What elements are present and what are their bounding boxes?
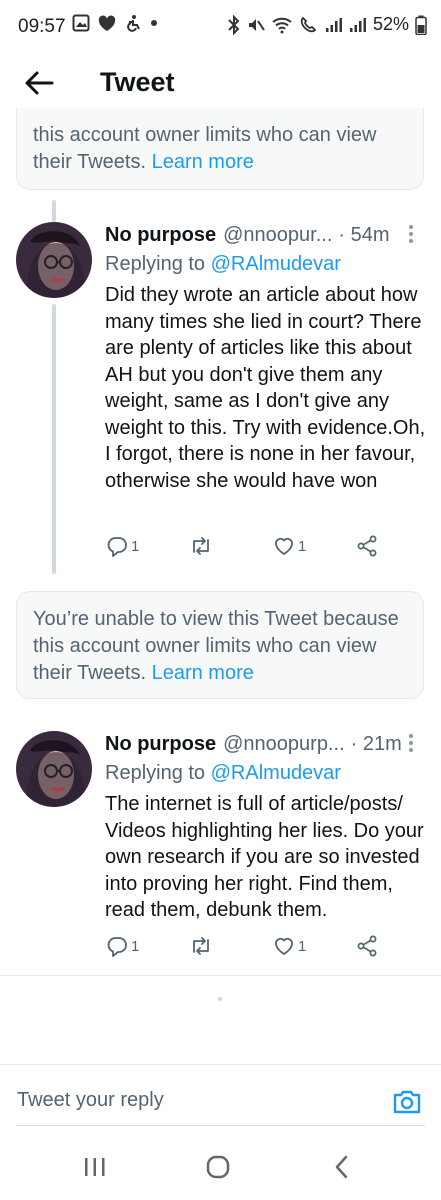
replying-to-label: Replying to xyxy=(105,762,206,784)
wifi-icon xyxy=(272,17,292,33)
loading-indicator xyxy=(218,997,222,1001)
system-nav-bar xyxy=(0,1130,441,1200)
reply-input[interactable]: Tweet your reply xyxy=(17,1089,164,1112)
signal-icon xyxy=(325,17,342,32)
avatar-image xyxy=(16,731,92,807)
learn-more-link[interactable]: Learn more xyxy=(152,662,254,684)
tweet-author-name[interactable]: No purpose xyxy=(105,224,216,247)
share-icon xyxy=(357,935,377,957)
unavailable-tweet-notice: You’re unable to view this Tweet because… xyxy=(16,591,424,699)
like-button[interactable]: 1 xyxy=(272,931,306,961)
avatar[interactable] xyxy=(16,731,92,807)
tweet-actions: 1 1 xyxy=(105,931,395,961)
tweet[interactable]: No purpose @nnoopurp... · 21m Replying t… xyxy=(0,731,441,971)
tweet[interactable]: No purpose @nnoopur... · 54m Replying to… xyxy=(0,222,441,574)
tweet-time: · 54m xyxy=(338,223,390,246)
home-icon[interactable] xyxy=(198,1152,238,1182)
tweet-time: · 21m xyxy=(350,732,402,755)
bluetooth-icon xyxy=(228,14,240,35)
retweet-icon xyxy=(193,537,209,555)
share-button[interactable] xyxy=(355,531,379,561)
back-arrow-icon[interactable] xyxy=(22,66,56,100)
heart-outline-icon xyxy=(275,937,293,955)
reply-button[interactable]: 1 xyxy=(105,931,139,961)
mute-icon xyxy=(248,18,265,31)
signal-icon-2 xyxy=(349,17,366,32)
tweet-actions: 1 1 xyxy=(105,531,395,561)
replying-to-handle[interactable]: @RAlmudevar xyxy=(211,762,341,784)
tweet-author-handle[interactable]: @nnoopurp... xyxy=(223,733,345,756)
like-button[interactable]: 1 xyxy=(272,531,306,561)
replying-to: Replying to @RAlmudevar xyxy=(105,762,427,788)
reply-icon xyxy=(107,537,127,557)
avatar[interactable] xyxy=(16,222,92,298)
replying-to: Replying to @RAlmudevar xyxy=(105,253,427,279)
dot-icon xyxy=(151,20,157,26)
composer-underline xyxy=(16,1125,425,1126)
share-button[interactable] xyxy=(355,931,379,961)
accessibility-icon xyxy=(127,15,140,32)
tweet-author-handle[interactable]: @nnoopur... xyxy=(223,224,332,247)
back-nav-icon[interactable] xyxy=(322,1152,362,1182)
retweet-icon xyxy=(193,937,209,955)
heart-icon xyxy=(98,15,116,31)
thread-line xyxy=(52,304,56,574)
battery-percent: 52% xyxy=(372,14,409,34)
reply-count: 1 xyxy=(131,537,140,555)
like-count: 1 xyxy=(298,537,307,555)
status-bar: 09:57 52% xyxy=(0,0,441,48)
status-time: 09:57 xyxy=(18,16,66,37)
thread-line xyxy=(52,200,56,222)
reply-count: 1 xyxy=(131,937,140,955)
divider xyxy=(0,975,441,976)
tweet-text: Did they wrote an article about how many… xyxy=(105,284,426,492)
recent-apps-icon[interactable] xyxy=(75,1152,115,1182)
share-icon xyxy=(357,535,377,557)
gallery-icon xyxy=(72,14,90,32)
camera-icon[interactable] xyxy=(391,1085,423,1117)
replying-to-handle[interactable]: @RAlmudevar xyxy=(211,253,341,275)
retweet-button[interactable] xyxy=(188,931,216,961)
like-count: 1 xyxy=(298,937,307,955)
retweet-button[interactable] xyxy=(188,531,216,561)
avatar-image xyxy=(16,222,92,298)
app-header: Tweet xyxy=(0,48,441,116)
wifi-calling-icon xyxy=(300,16,317,32)
heart-outline-icon xyxy=(275,537,293,555)
tweet-text: The internet is full of article/posts/ V… xyxy=(105,793,424,921)
unavailable-tweet-notice: this account owner limits who can view t… xyxy=(16,108,424,190)
reply-composer[interactable]: Tweet your reply xyxy=(0,1064,441,1126)
reply-icon xyxy=(107,937,127,957)
battery-icon xyxy=(415,15,427,35)
tweet-author-name[interactable]: No purpose xyxy=(105,733,216,756)
reply-button[interactable]: 1 xyxy=(105,531,139,561)
more-options-icon[interactable] xyxy=(401,731,421,757)
learn-more-link[interactable]: Learn more xyxy=(152,151,254,173)
replying-to-label: Replying to xyxy=(105,253,206,275)
page-title: Tweet xyxy=(100,67,175,97)
more-options-icon[interactable] xyxy=(401,222,421,248)
